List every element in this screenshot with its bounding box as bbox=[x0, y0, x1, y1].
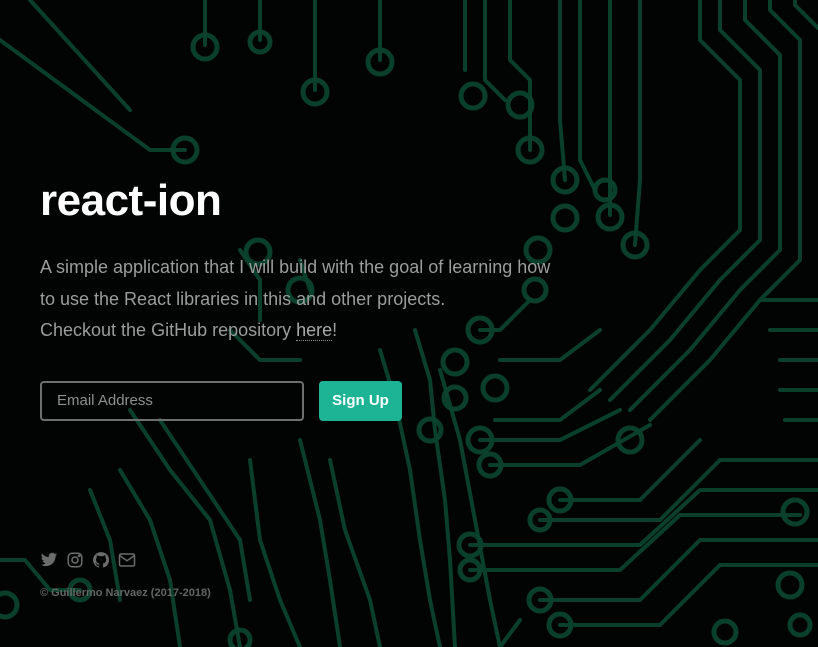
signup-form: Sign Up bbox=[40, 380, 640, 421]
description-exclamation: ! bbox=[332, 320, 338, 340]
github-repository-link[interactable]: here bbox=[296, 320, 333, 341]
instagram-icon[interactable] bbox=[66, 551, 84, 569]
page: react-ion A simple application that I wi… bbox=[0, 0, 818, 647]
page-title: react-ion bbox=[40, 176, 222, 225]
description-line-3-text: Checkout the GitHub repository bbox=[40, 320, 297, 340]
social-icons bbox=[40, 550, 211, 570]
email-field[interactable] bbox=[40, 380, 304, 421]
hero-section: react-ion A simple application that I wi… bbox=[40, 172, 640, 421]
description-line-1: A simple application that I will build w… bbox=[40, 257, 551, 277]
hero-description: A simple application that I will build w… bbox=[40, 252, 640, 347]
github-icon[interactable] bbox=[92, 551, 110, 569]
email-icon[interactable] bbox=[118, 551, 136, 569]
description-line-3: Checkout the GitHub repository here! bbox=[40, 315, 640, 347]
copyright-text: © Guillermo Narvaez (2017-2018) bbox=[40, 587, 211, 599]
sign-up-button[interactable]: Sign Up bbox=[319, 380, 402, 421]
description-line-2: to use the React libraries in this and o… bbox=[40, 288, 446, 309]
twitter-icon[interactable] bbox=[40, 551, 58, 569]
footer: © Guillermo Narvaez (2017-2018) bbox=[40, 550, 211, 599]
